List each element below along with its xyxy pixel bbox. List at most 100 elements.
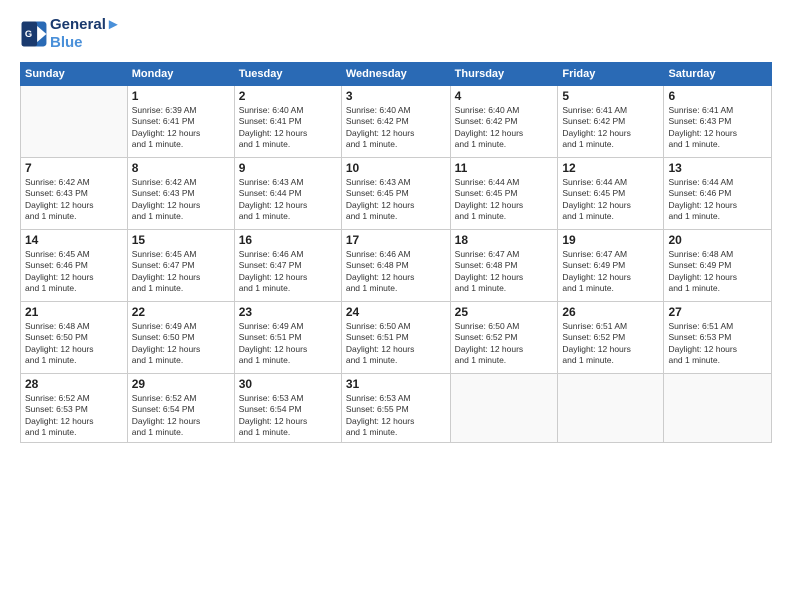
day-number: 5 xyxy=(562,89,659,103)
calendar-cell: 1 Sunrise: 6:39 AM Sunset: 6:41 PM Daylig… xyxy=(127,86,234,158)
day-info: Sunrise: 6:52 AM Sunset: 6:53 PM Dayligh… xyxy=(25,393,123,439)
calendar-cell: 29 Sunrise: 6:52 AM Sunset: 6:54 PM Dayli… xyxy=(127,374,234,443)
calendar-cell: 7 Sunrise: 6:42 AM Sunset: 6:43 PM Daylig… xyxy=(21,158,128,230)
day-info: Sunrise: 6:48 AM Sunset: 6:49 PM Dayligh… xyxy=(668,249,767,295)
calendar-cell: 13 Sunrise: 6:44 AM Sunset: 6:46 PM Dayli… xyxy=(664,158,772,230)
week-row-3: 14 Sunrise: 6:45 AM Sunset: 6:46 PM Dayli… xyxy=(21,230,772,302)
day-info: Sunrise: 6:44 AM Sunset: 6:45 PM Dayligh… xyxy=(455,177,554,223)
calendar-cell: 30 Sunrise: 6:53 AM Sunset: 6:54 PM Dayli… xyxy=(234,374,341,443)
day-info: Sunrise: 6:49 AM Sunset: 6:50 PM Dayligh… xyxy=(132,321,230,367)
day-info: Sunrise: 6:49 AM Sunset: 6:51 PM Dayligh… xyxy=(239,321,337,367)
day-number: 20 xyxy=(668,233,767,247)
weekday-header-sunday: Sunday xyxy=(21,63,128,86)
weekday-header-thursday: Thursday xyxy=(450,63,558,86)
day-info: Sunrise: 6:40 AM Sunset: 6:42 PM Dayligh… xyxy=(455,105,554,151)
day-number: 14 xyxy=(25,233,123,247)
calendar-cell xyxy=(450,374,558,443)
calendar-cell: 10 Sunrise: 6:43 AM Sunset: 6:45 PM Dayli… xyxy=(341,158,450,230)
day-info: Sunrise: 6:53 AM Sunset: 6:55 PM Dayligh… xyxy=(346,393,446,439)
day-info: Sunrise: 6:39 AM Sunset: 6:41 PM Dayligh… xyxy=(132,105,230,151)
day-number: 31 xyxy=(346,377,446,391)
day-info: Sunrise: 6:45 AM Sunset: 6:47 PM Dayligh… xyxy=(132,249,230,295)
day-info: Sunrise: 6:43 AM Sunset: 6:44 PM Dayligh… xyxy=(239,177,337,223)
day-info: Sunrise: 6:40 AM Sunset: 6:41 PM Dayligh… xyxy=(239,105,337,151)
day-number: 15 xyxy=(132,233,230,247)
calendar-cell: 26 Sunrise: 6:51 AM Sunset: 6:52 PM Dayli… xyxy=(558,302,664,374)
day-number: 17 xyxy=(346,233,446,247)
day-info: Sunrise: 6:42 AM Sunset: 6:43 PM Dayligh… xyxy=(25,177,123,223)
week-row-5: 28 Sunrise: 6:52 AM Sunset: 6:53 PM Dayli… xyxy=(21,374,772,443)
calendar-cell: 25Sunrise: 6:50 AM Sunset: 6:52 PM Dayli… xyxy=(450,302,558,374)
calendar-cell xyxy=(664,374,772,443)
calendar-cell: 23Sunrise: 6:49 AM Sunset: 6:51 PM Dayli… xyxy=(234,302,341,374)
calendar-cell: 3 Sunrise: 6:40 AM Sunset: 6:42 PM Daylig… xyxy=(341,86,450,158)
calendar-cell: 8 Sunrise: 6:42 AM Sunset: 6:43 PM Daylig… xyxy=(127,158,234,230)
day-number: 18 xyxy=(455,233,554,247)
page: G General► Blue SundayMondayTuesdayWedne… xyxy=(0,0,792,612)
logo-line1: General► xyxy=(50,16,121,34)
header: G General► Blue xyxy=(20,16,772,52)
day-info: Sunrise: 6:51 AM Sunset: 6:53 PM Dayligh… xyxy=(668,321,767,367)
day-number: 26 xyxy=(562,305,659,319)
day-number: 30 xyxy=(239,377,337,391)
calendar-cell xyxy=(21,86,128,158)
calendar-cell: 24Sunrise: 6:50 AM Sunset: 6:51 PM Dayli… xyxy=(341,302,450,374)
calendar-cell: 5 Sunrise: 6:41 AM Sunset: 6:42 PM Daylig… xyxy=(558,86,664,158)
day-number: 4 xyxy=(455,89,554,103)
day-number: 8 xyxy=(132,161,230,175)
day-number: 13 xyxy=(668,161,767,175)
day-info: Sunrise: 6:53 AM Sunset: 6:54 PM Dayligh… xyxy=(239,393,337,439)
day-number: 22 xyxy=(132,305,230,319)
logo: G General► Blue xyxy=(20,16,121,52)
calendar-cell: 4 Sunrise: 6:40 AM Sunset: 6:42 PM Daylig… xyxy=(450,86,558,158)
day-info: Sunrise: 6:40 AM Sunset: 6:42 PM Dayligh… xyxy=(346,105,446,151)
day-info: Sunrise: 6:47 AM Sunset: 6:48 PM Dayligh… xyxy=(455,249,554,295)
day-info: Sunrise: 6:47 AM Sunset: 6:49 PM Dayligh… xyxy=(562,249,659,295)
logo-icon: G xyxy=(20,20,48,48)
calendar-cell: 15 Sunrise: 6:45 AM Sunset: 6:47 PM Dayli… xyxy=(127,230,234,302)
calendar-cell: 2Sunrise: 6:40 AM Sunset: 6:41 PM Daylig… xyxy=(234,86,341,158)
calendar-cell: 14 Sunrise: 6:45 AM Sunset: 6:46 PM Dayli… xyxy=(21,230,128,302)
day-info: Sunrise: 6:51 AM Sunset: 6:52 PM Dayligh… xyxy=(562,321,659,367)
day-number: 10 xyxy=(346,161,446,175)
calendar-cell: 19 Sunrise: 6:47 AM Sunset: 6:49 PM Dayli… xyxy=(558,230,664,302)
day-info: Sunrise: 6:46 AM Sunset: 6:48 PM Dayligh… xyxy=(346,249,446,295)
week-row-2: 7 Sunrise: 6:42 AM Sunset: 6:43 PM Daylig… xyxy=(21,158,772,230)
week-row-1: 1 Sunrise: 6:39 AM Sunset: 6:41 PM Daylig… xyxy=(21,86,772,158)
day-number: 1 xyxy=(132,89,230,103)
day-number: 21 xyxy=(25,305,123,319)
day-info: Sunrise: 6:50 AM Sunset: 6:51 PM Dayligh… xyxy=(346,321,446,367)
day-number: 7 xyxy=(25,161,123,175)
calendar-cell: 20 Sunrise: 6:48 AM Sunset: 6:49 PM Dayli… xyxy=(664,230,772,302)
day-number: 3 xyxy=(346,89,446,103)
weekday-header-friday: Friday xyxy=(558,63,664,86)
day-number: 27 xyxy=(668,305,767,319)
calendar-cell: 22 Sunrise: 6:49 AM Sunset: 6:50 PM Dayli… xyxy=(127,302,234,374)
day-number: 11 xyxy=(455,161,554,175)
day-number: 19 xyxy=(562,233,659,247)
calendar-cell: 16Sunrise: 6:46 AM Sunset: 6:47 PM Dayli… xyxy=(234,230,341,302)
weekday-header-tuesday: Tuesday xyxy=(234,63,341,86)
day-info: Sunrise: 6:41 AM Sunset: 6:43 PM Dayligh… xyxy=(668,105,767,151)
day-info: Sunrise: 6:43 AM Sunset: 6:45 PM Dayligh… xyxy=(346,177,446,223)
weekday-header-monday: Monday xyxy=(127,63,234,86)
calendar-table: SundayMondayTuesdayWednesdayThursdayFrid… xyxy=(20,62,772,443)
day-number: 25 xyxy=(455,305,554,319)
calendar-cell: 17 Sunrise: 6:46 AM Sunset: 6:48 PM Dayli… xyxy=(341,230,450,302)
weekday-header-saturday: Saturday xyxy=(664,63,772,86)
day-info: Sunrise: 6:45 AM Sunset: 6:46 PM Dayligh… xyxy=(25,249,123,295)
calendar-cell: 28 Sunrise: 6:52 AM Sunset: 6:53 PM Dayli… xyxy=(21,374,128,443)
svg-text:G: G xyxy=(25,29,32,39)
calendar-cell: 18 Sunrise: 6:47 AM Sunset: 6:48 PM Dayli… xyxy=(450,230,558,302)
day-info: Sunrise: 6:46 AM Sunset: 6:47 PM Dayligh… xyxy=(239,249,337,295)
day-info: Sunrise: 6:41 AM Sunset: 6:42 PM Dayligh… xyxy=(562,105,659,151)
day-info: Sunrise: 6:44 AM Sunset: 6:46 PM Dayligh… xyxy=(668,177,767,223)
calendar-cell: 9Sunrise: 6:43 AM Sunset: 6:44 PM Daylig… xyxy=(234,158,341,230)
day-info: Sunrise: 6:52 AM Sunset: 6:54 PM Dayligh… xyxy=(132,393,230,439)
calendar-cell xyxy=(558,374,664,443)
day-number: 29 xyxy=(132,377,230,391)
day-number: 28 xyxy=(25,377,123,391)
day-info: Sunrise: 6:42 AM Sunset: 6:43 PM Dayligh… xyxy=(132,177,230,223)
logo-line2: Blue xyxy=(50,34,121,52)
week-row-4: 21Sunrise: 6:48 AM Sunset: 6:50 PM Dayli… xyxy=(21,302,772,374)
